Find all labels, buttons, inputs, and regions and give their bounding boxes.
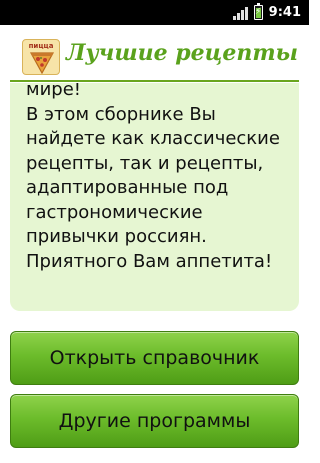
signal-icon bbox=[232, 6, 248, 20]
other-programs-button[interactable]: Другие программы bbox=[10, 394, 299, 448]
open-reference-button[interactable]: Открыть справочник bbox=[10, 331, 299, 385]
pizza-slice-icon bbox=[29, 52, 55, 74]
battery-charging-icon: ⚡ bbox=[253, 3, 263, 20]
charging-bolt-icon: ⚡ bbox=[254, 7, 262, 17]
pizza-logo-icon: пицца bbox=[22, 39, 60, 75]
status-bar: ⚡ 9:41 bbox=[0, 0, 309, 25]
logo-label: пицца bbox=[28, 42, 54, 50]
app-title: Лучшие рецепты bbox=[66, 40, 298, 66]
status-icons: ⚡ 9:41 bbox=[232, 3, 301, 21]
description-text: мире! В этом сборнике Вы найдете как кла… bbox=[26, 83, 280, 272]
header-divider bbox=[10, 80, 299, 82]
status-time: 9:41 bbox=[268, 5, 301, 20]
app-header: пицца Лучшие рецепты bbox=[0, 25, 309, 83]
description-panel[interactable]: мире! В этом сборнике Вы найдете как кла… bbox=[10, 83, 299, 311]
